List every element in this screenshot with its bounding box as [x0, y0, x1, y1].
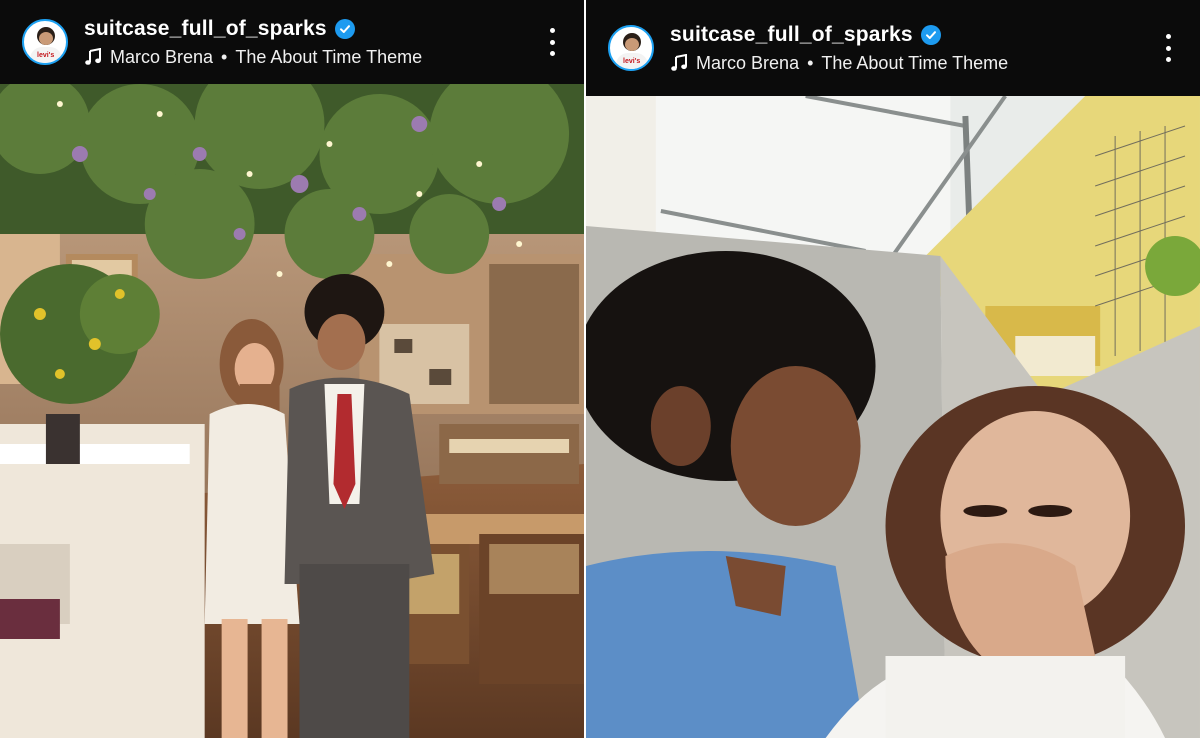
username[interactable]: suitcase_full_of_sparks — [84, 17, 327, 41]
more-options-icon[interactable] — [548, 28, 556, 56]
post-photo-selfie — [586, 96, 1200, 738]
profile-avatar[interactable]: levi's — [608, 25, 655, 71]
music-artist: Marco Brena — [110, 46, 214, 67]
post-meta: suitcase_full_of_sparks Marco Brena • Th… — [84, 17, 422, 68]
more-options-icon[interactable] — [1164, 34, 1172, 62]
story-post-1[interactable]: levi's suitcase_full_of_sparks Marco Bre… — [0, 0, 585, 738]
avatar-logo-text: levi's — [623, 58, 641, 65]
music-note-icon — [671, 54, 688, 71]
music-separator: • — [807, 52, 814, 73]
music-info[interactable]: Marco Brena • The About Time Theme — [670, 53, 1008, 74]
post-meta: suitcase_full_of_sparks Marco Brena • Th… — [670, 23, 1008, 74]
music-info[interactable]: Marco Brena • The About Time Theme — [84, 47, 422, 68]
post-header: levi's suitcase_full_of_sparks Marco Bre… — [586, 0, 1200, 96]
music-note-icon — [85, 48, 101, 65]
music-artist: Marco Brena — [696, 52, 800, 73]
profile-avatar[interactable]: levi's — [22, 19, 68, 65]
post-header: levi's suitcase_full_of_sparks Marco Bre… — [0, 0, 585, 84]
verified-badge-icon — [334, 18, 355, 39]
story-post-2[interactable]: levi's suitcase_full_of_sparks Marco Bre… — [586, 0, 1200, 738]
verified-badge-icon — [920, 24, 941, 45]
music-separator: • — [221, 46, 228, 67]
stories-viewer: levi's suitcase_full_of_sparks Marco Bre… — [0, 0, 1200, 738]
music-track: The About Time Theme — [821, 52, 1009, 73]
username[interactable]: suitcase_full_of_sparks — [670, 23, 913, 47]
avatar-logo-text: levi's — [37, 52, 55, 59]
post-photo-restaurant — [0, 84, 585, 738]
music-track: The About Time Theme — [235, 46, 423, 67]
